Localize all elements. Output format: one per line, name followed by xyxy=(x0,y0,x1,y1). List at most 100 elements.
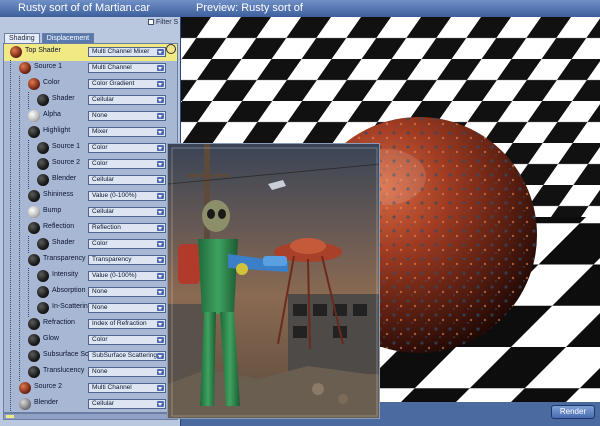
chevron-down-icon[interactable] xyxy=(157,273,164,279)
chevron-down-icon[interactable] xyxy=(157,369,164,375)
chevron-down-icon[interactable] xyxy=(157,321,164,327)
chevron-down-icon[interactable] xyxy=(157,81,164,87)
chevron-down-icon[interactable] xyxy=(157,401,164,407)
shader-type-dropdown[interactable]: Cellular xyxy=(88,399,166,409)
material-ball-icon[interactable] xyxy=(37,302,49,314)
shader-type-dropdown[interactable]: None xyxy=(88,367,166,377)
material-ball-icon[interactable] xyxy=(28,126,40,138)
material-ball-icon[interactable] xyxy=(28,318,40,330)
shader-type-dropdown[interactable]: None xyxy=(88,287,166,297)
tree-row[interactable]: Source 1 Multi Channel xyxy=(4,60,177,77)
tree-row[interactable]: Absorption None xyxy=(4,284,177,301)
shader-type-dropdown[interactable]: None xyxy=(88,303,166,313)
tree-row[interactable]: Refraction Index of Refraction xyxy=(4,316,177,333)
shader-type-dropdown[interactable]: Index of Refraction xyxy=(88,319,166,329)
material-ball-icon[interactable] xyxy=(37,174,49,186)
preview-titlebar[interactable]: Preview: Rusty sort of xyxy=(181,0,600,17)
tree-row[interactable]: Color Color Gradient xyxy=(4,76,177,93)
shader-type-dropdown[interactable]: Color xyxy=(88,335,166,345)
chevron-down-icon[interactable] xyxy=(157,257,164,263)
bulb-icon[interactable] xyxy=(166,44,176,54)
tree-row[interactable]: Transparency Transparency xyxy=(4,252,177,269)
filter-checkbox[interactable]: Filter S xyxy=(148,19,178,26)
material-ball-icon[interactable] xyxy=(28,78,40,90)
material-ball-icon[interactable] xyxy=(28,350,40,362)
tab-shading[interactable]: Shading xyxy=(4,33,40,43)
tree-row[interactable]: Top Shader Multi Channel Mixer xyxy=(4,44,177,61)
render-button[interactable]: Render xyxy=(551,405,595,419)
tree-row[interactable]: Blender Cellular xyxy=(4,172,177,189)
tree-row[interactable]: Shader Color xyxy=(4,236,177,253)
scrollbar-thumb[interactable] xyxy=(6,415,14,418)
tree-row[interactable]: Bump Cellular xyxy=(4,204,177,221)
chevron-down-icon[interactable] xyxy=(157,353,164,359)
material-ball-icon[interactable] xyxy=(19,382,31,394)
shader-type-dropdown[interactable]: None xyxy=(88,111,166,121)
material-ball-icon[interactable] xyxy=(37,286,49,298)
tree-row[interactable]: Translucency None xyxy=(4,364,177,381)
chevron-down-icon[interactable] xyxy=(157,337,164,343)
tree-row[interactable]: Source 2 Color xyxy=(4,156,177,173)
chevron-down-icon[interactable] xyxy=(157,209,164,215)
material-ball-icon[interactable] xyxy=(10,46,22,58)
tree-row[interactable]: In-Scattering None xyxy=(4,300,177,317)
chevron-down-icon[interactable] xyxy=(157,241,164,247)
material-ball-icon[interactable] xyxy=(37,142,49,154)
shader-type-dropdown[interactable]: Multi Channel xyxy=(88,383,166,393)
tree-row[interactable]: Blender Cellular xyxy=(4,396,177,412)
chevron-down-icon[interactable] xyxy=(157,97,164,103)
tree-row[interactable]: Highlight Mixer xyxy=(4,124,177,141)
shader-type-dropdown[interactable]: Multi Channel Mixer xyxy=(88,47,166,57)
material-ball-icon[interactable] xyxy=(37,238,49,250)
tree-row[interactable]: Shininess Value (0-100%) xyxy=(4,188,177,205)
tree-row[interactable]: Shader Cellular xyxy=(4,92,177,109)
shader-type-dropdown[interactable]: Cellular xyxy=(88,207,166,217)
material-ball-icon[interactable] xyxy=(37,270,49,282)
chevron-down-icon[interactable] xyxy=(157,65,164,71)
chevron-down-icon[interactable] xyxy=(157,113,164,119)
chevron-down-icon[interactable] xyxy=(157,177,164,183)
material-ball-icon[interactable] xyxy=(28,190,40,202)
material-ball-icon[interactable] xyxy=(28,110,40,122)
shader-type-dropdown[interactable]: Color Gradient xyxy=(88,79,166,89)
chevron-down-icon[interactable] xyxy=(157,225,164,231)
horizontal-scrollbar[interactable] xyxy=(3,413,178,420)
tree-row[interactable]: Source 2 Multi Channel xyxy=(4,380,177,397)
shader-type-dropdown[interactable]: Value (0-100%) xyxy=(88,191,166,201)
material-ball-icon[interactable] xyxy=(37,94,49,106)
tree-row[interactable]: Alpha None xyxy=(4,108,177,125)
tree-row[interactable]: Subsurface Sc SubSurface Scattering xyxy=(4,348,177,365)
shader-type-dropdown[interactable]: Mixer xyxy=(88,127,166,137)
chevron-down-icon[interactable] xyxy=(157,193,164,199)
tree-row[interactable]: Glow Color xyxy=(4,332,177,349)
material-ball-icon[interactable] xyxy=(19,398,31,410)
chevron-down-icon[interactable] xyxy=(157,49,164,55)
shader-type-dropdown[interactable]: Cellular xyxy=(88,95,166,105)
shader-type-dropdown[interactable]: Reflection xyxy=(88,223,166,233)
shader-type-dropdown[interactable]: Color xyxy=(88,239,166,249)
shader-type-dropdown[interactable]: Transparency xyxy=(88,255,166,265)
chevron-down-icon[interactable] xyxy=(157,289,164,295)
tree-row[interactable]: Source 1 Color xyxy=(4,140,177,157)
material-ball-icon[interactable] xyxy=(28,366,40,378)
shader-type-dropdown[interactable]: SubSurface Scattering xyxy=(88,351,166,361)
chevron-down-icon[interactable] xyxy=(157,161,164,167)
chevron-down-icon[interactable] xyxy=(157,129,164,135)
editor-titlebar[interactable]: Rusty sort of of Martian.car xyxy=(0,0,181,17)
material-ball-icon[interactable] xyxy=(28,334,40,346)
material-ball-icon[interactable] xyxy=(37,158,49,170)
material-ball-icon[interactable] xyxy=(28,222,40,234)
shader-type-dropdown[interactable]: Color xyxy=(88,159,166,169)
material-ball-icon[interactable] xyxy=(19,62,31,74)
material-ball-icon[interactable] xyxy=(28,206,40,218)
shader-type-dropdown[interactable]: Multi Channel xyxy=(88,63,166,73)
chevron-down-icon[interactable] xyxy=(157,385,164,391)
material-ball-icon[interactable] xyxy=(28,254,40,266)
shader-type-dropdown[interactable]: Color xyxy=(88,143,166,153)
tab-displacement[interactable]: Displacement xyxy=(41,33,95,43)
tree-row[interactable]: Intensity Value (0-100%) xyxy=(4,268,177,285)
chevron-down-icon[interactable] xyxy=(157,145,164,151)
checkbox-icon[interactable] xyxy=(148,19,154,26)
shader-type-dropdown[interactable]: Cellular xyxy=(88,175,166,185)
shader-type-dropdown[interactable]: Value (0-100%) xyxy=(88,271,166,281)
